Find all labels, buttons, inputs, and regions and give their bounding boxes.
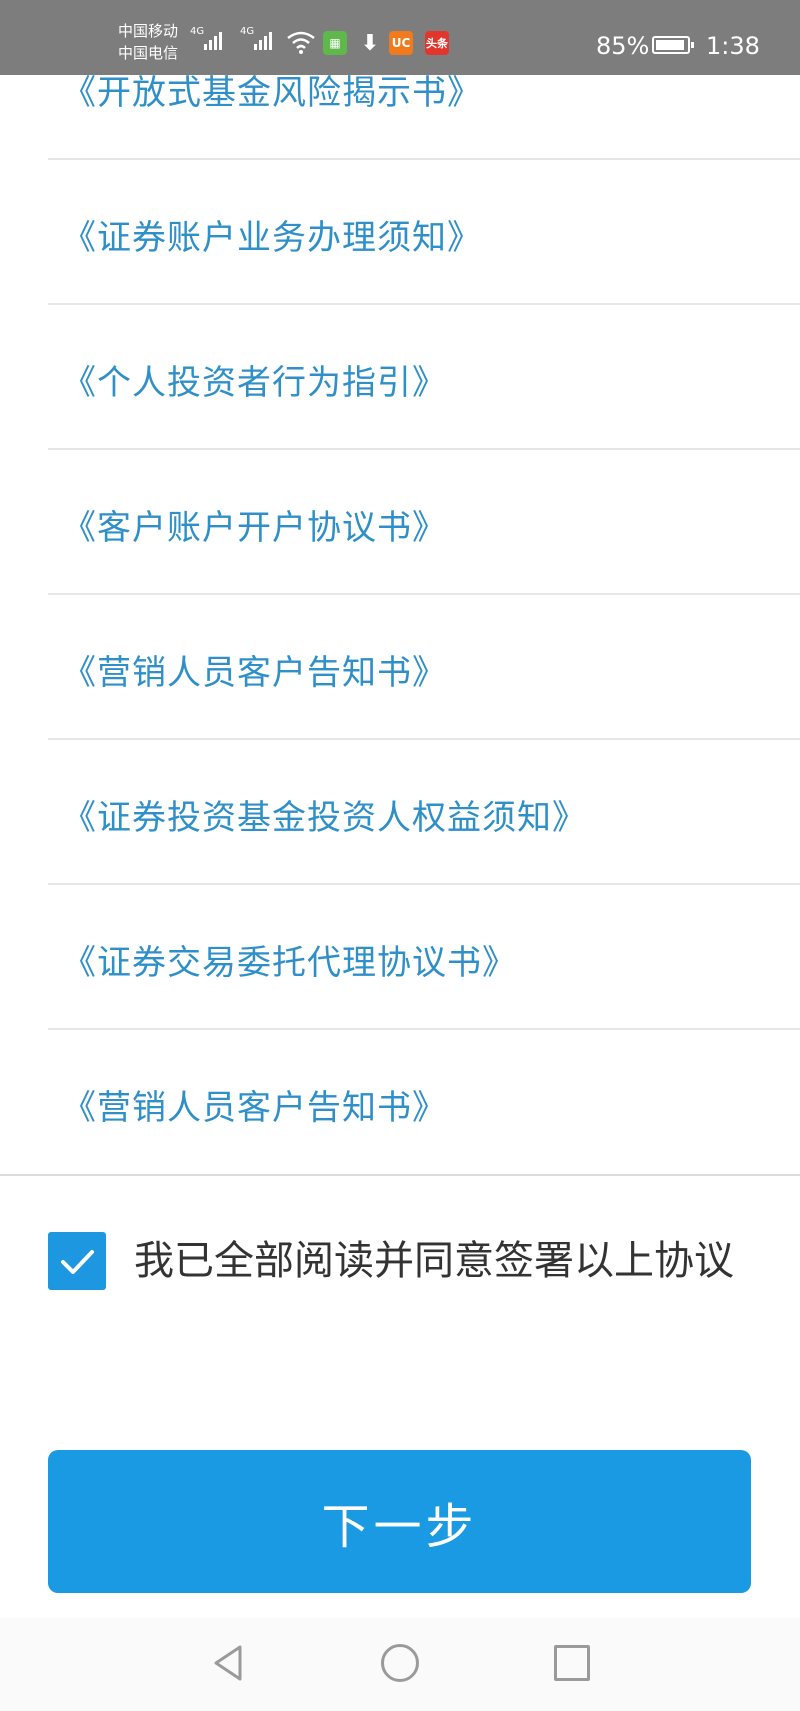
clock: 1:38 [706, 32, 760, 60]
next-step-button[interactable]: 下一步 [48, 1450, 751, 1593]
agreement-link[interactable]: 《证券投资基金投资人权益须知》 [62, 790, 587, 839]
consent-checkbox[interactable] [48, 1232, 106, 1290]
list-divider [0, 1174, 800, 1176]
agreement-item[interactable]: 《证券投资基金投资人权益须知》 [48, 740, 800, 885]
uc-browser-icon: UC [389, 31, 413, 55]
green-app-icon: ▦ [323, 31, 347, 55]
battery-percent: 85% [596, 32, 650, 60]
recents-icon[interactable] [554, 1645, 590, 1681]
home-icon[interactable] [381, 1644, 419, 1682]
agreement-item[interactable]: 《营销人员客户告知书》 [48, 595, 800, 740]
agreement-link[interactable]: 《证券账户业务办理须知》 [62, 210, 482, 259]
status-bar: 中国移动 中国电信 4G 4G ▦ ⬇ UC 头条 85% 1:38 [0, 0, 800, 75]
agreement-item[interactable]: 《证券账户业务办理须知》 [48, 160, 800, 305]
carrier-2: 中国电信 [118, 44, 179, 62]
checkmark-icon [61, 1250, 94, 1274]
agreement-link[interactable]: 《个人投资者行为指引》 [62, 355, 447, 404]
agreement-link[interactable]: 《营销人员客户告知书》 [62, 645, 447, 694]
network-type-1: 4G [190, 26, 205, 37]
consent-label[interactable]: 我已全部阅读并同意签署以上协议 [134, 1226, 764, 1296]
signal-icon: 4G [190, 26, 222, 50]
agreement-link[interactable]: 《客户账户开户协议书》 [62, 500, 447, 549]
agreement-link[interactable]: 《证券交易委托代理协议书》 [62, 935, 517, 984]
carrier-labels: 中国移动 中国电信 [118, 20, 178, 64]
agreement-item[interactable]: 《营销人员客户告知书》 [48, 1030, 800, 1175]
wifi-icon [287, 31, 315, 54]
agreement-link[interactable]: 《营销人员客户告知书》 [62, 1080, 447, 1129]
carrier-1: 中国移动 [118, 22, 179, 40]
download-icon: ⬇ [360, 30, 380, 56]
agreement-item[interactable]: 《证券交易委托代理协议书》 [48, 885, 800, 1030]
signal-icon: 4G [240, 26, 272, 50]
navigation-bar [0, 1618, 800, 1711]
network-type-2: 4G [240, 26, 255, 37]
agreement-list: 《开放式基金风险揭示书》 《证券账户业务办理须知》 《个人投资者行为指引》 《客… [0, 15, 800, 1175]
toutiao-icon: 头条 [425, 31, 449, 55]
back-icon[interactable] [210, 1643, 246, 1683]
agreement-item[interactable]: 《客户账户开户协议书》 [48, 450, 800, 595]
battery-icon [652, 36, 694, 54]
agreement-item[interactable]: 《个人投资者行为指引》 [48, 305, 800, 450]
